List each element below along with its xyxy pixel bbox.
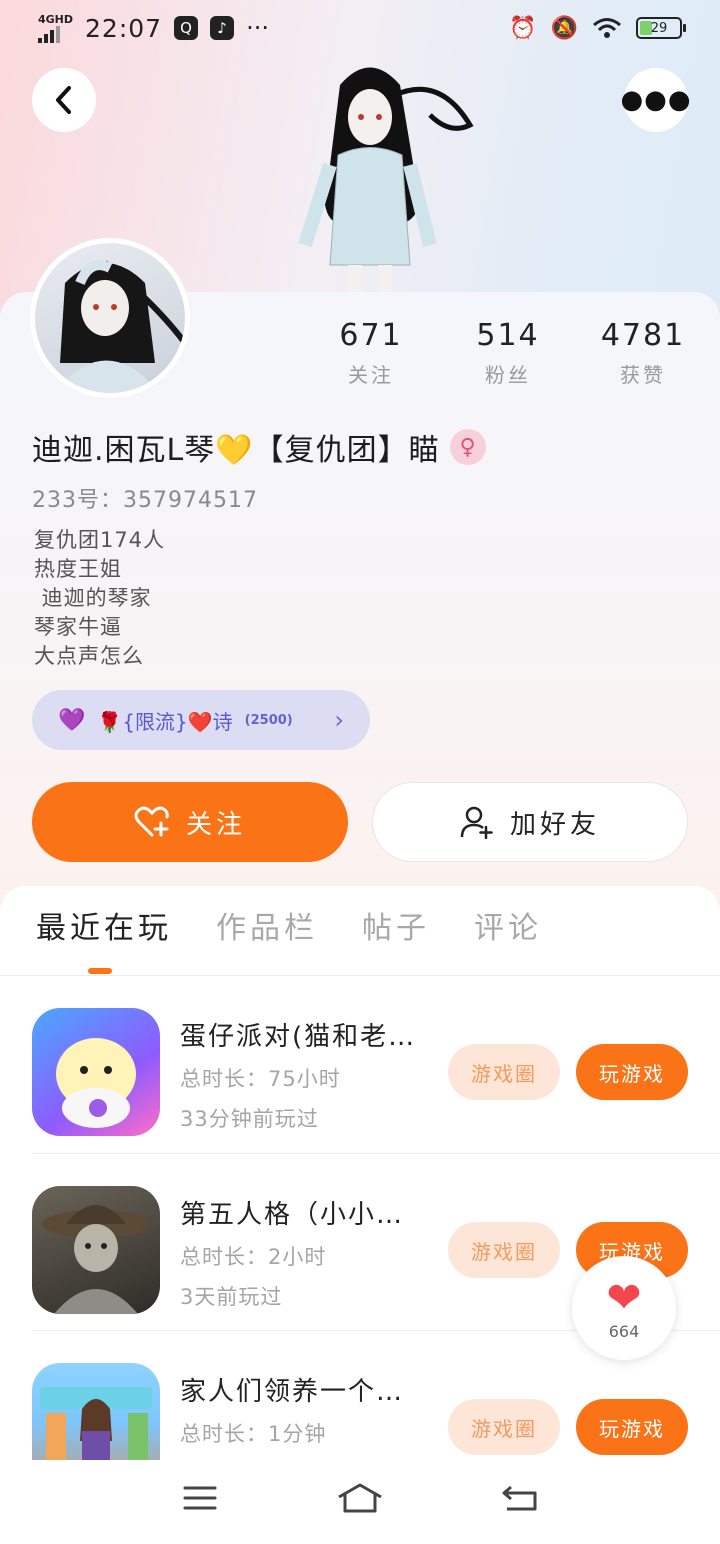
status-right: ⏰ 🔕 29: [509, 15, 686, 41]
stat-following[interactable]: 671 关注: [316, 318, 426, 388]
stat-following-label: 关注: [348, 363, 394, 387]
list-item[interactable]: 蛋仔派对(猫和老… 总时长：75小时 33分钟前玩过 游戏圈 玩游戏: [0, 976, 720, 1153]
game-info: 蛋仔派对(猫和老… 总时长：75小时 33分钟前玩过: [180, 1016, 430, 1133]
signal-bars-icon: [38, 25, 73, 43]
game-icon-adopt[interactable]: [32, 1363, 160, 1460]
bio-line: 复仇团174人: [34, 528, 166, 552]
game-title[interactable]: 家人们领养一个…: [180, 1371, 430, 1408]
wifi-icon: [593, 18, 621, 38]
stat-likes-value: 4781: [600, 318, 686, 353]
game-icon-identity-v[interactable]: [32, 1186, 160, 1314]
fan-group-count: (2500): [244, 712, 293, 728]
heart-plus-icon: [134, 806, 169, 837]
username-row: 迪迦.困瓦L琴💛【复仇团】瞄 ♀: [32, 424, 486, 470]
heart-icon: ❤: [606, 1272, 642, 1322]
stat-fans-value: 514: [476, 318, 540, 353]
game-circle-button[interactable]: 游戏圈: [448, 1222, 560, 1278]
play-game-button[interactable]: 玩游戏: [576, 1399, 688, 1455]
tab-comments[interactable]: 评论: [474, 904, 542, 960]
game-info: 第五人格（小小… 总时长：2小时 3天前玩过: [180, 1194, 430, 1311]
active-tab-indicator: [88, 968, 112, 974]
avatar-image: [35, 243, 185, 393]
game-circle-button[interactable]: 游戏圈: [448, 1399, 560, 1455]
game-total-time: 总时长：75小时: [180, 1067, 341, 1091]
status-left: 4GHD 22:07 Q ♪ ···: [38, 14, 269, 43]
stat-likes-label: 获赞: [620, 363, 666, 387]
chevron-right-icon: ›: [334, 706, 344, 734]
follow-label: 关注: [185, 809, 246, 840]
recent-games-list: 蛋仔派对(猫和老… 总时长：75小时 33分钟前玩过 游戏圈 玩游戏 第五人格（…: [0, 976, 720, 1460]
system-nav-bar: [0, 1460, 720, 1544]
play-game-button[interactable]: 玩游戏: [576, 1044, 688, 1100]
stat-likes[interactable]: 4781 获赞: [588, 318, 698, 388]
signal-indicator: 4GHD: [38, 14, 73, 43]
username: 迪迦.困瓦L琴💛【复仇团】瞄: [32, 433, 440, 468]
tab-works[interactable]: 作品栏: [216, 904, 318, 960]
more-horizontal-icon: ●●●: [620, 85, 692, 115]
user-plus-icon: [460, 806, 493, 839]
add-friend-label: 加好友: [509, 809, 600, 840]
game-last-played: 33分钟前玩过: [180, 1107, 319, 1131]
fan-group-tag[interactable]: 💜 🌹{限流}❤️诗 (2500) ›: [32, 690, 370, 750]
female-gender-icon: ♀: [449, 429, 486, 465]
bio-line: 琴家牛逼: [34, 615, 122, 639]
bio-line: 大点声怎么: [34, 644, 144, 668]
stat-fans[interactable]: 514 粉丝: [453, 318, 563, 388]
avatar[interactable]: [30, 238, 190, 398]
game-info: 家人们领养一个… 总时长：1分钟: [180, 1371, 430, 1458]
status-bar: 4GHD 22:07 Q ♪ ··· ⏰ 🔕 29: [0, 0, 720, 56]
network-type: 4GHD: [38, 12, 74, 26]
game-last-played: 3天前玩过: [180, 1285, 283, 1309]
fan-group-name: 🌹{限流}❤️诗: [97, 709, 233, 734]
bio-line: 热度王姐: [34, 557, 122, 581]
game-icon-eggy-party[interactable]: [32, 1008, 160, 1136]
battery-level: 29: [650, 20, 668, 36]
mute-bell-icon: 🔕: [550, 15, 578, 41]
game-title[interactable]: 蛋仔派对(猫和老…: [180, 1016, 430, 1053]
game-total-time: 总时长：2小时: [180, 1245, 327, 1269]
music-app-icon: ♪: [210, 16, 235, 40]
stat-following-value: 671: [339, 318, 403, 353]
game-title[interactable]: 第五人格（小小…: [180, 1194, 430, 1231]
follow-button[interactable]: 关注: [32, 782, 348, 862]
back-icon[interactable]: [490, 1484, 550, 1520]
status-time: 22:07: [85, 13, 163, 43]
bio-line: 迪迦的琴家: [34, 586, 152, 610]
status-more: ···: [246, 14, 269, 42]
header-cover-illustration: [298, 67, 474, 295]
add-friend-button[interactable]: 加好友: [372, 782, 688, 862]
alarm-icon: ⏰: [509, 15, 537, 41]
more-options-button[interactable]: ●●●: [620, 68, 691, 132]
game-circle-button[interactable]: 游戏圈: [448, 1044, 560, 1100]
bio: 复仇团174人 热度王姐 迪迦的琴家 琴家牛逼 大点声怎么: [34, 526, 165, 671]
qq-app-icon: Q: [174, 16, 199, 40]
like-button[interactable]: ❤ 664: [572, 1256, 676, 1360]
game-total-time: 总时长：1分钟: [180, 1422, 327, 1446]
menu-icon[interactable]: [170, 1484, 230, 1520]
battery-icon: 29: [636, 17, 686, 39]
like-count: 664: [608, 1321, 640, 1341]
stat-fans-label: 粉丝: [485, 363, 531, 387]
chevron-left-icon: [56, 86, 71, 114]
tab-posts[interactable]: 帖子: [362, 904, 430, 960]
back-button[interactable]: [32, 68, 96, 132]
tab-recently-played[interactable]: 最近在玩: [36, 904, 172, 960]
purple-hearts-icon: 💜: [58, 707, 86, 733]
profile-tabs: 最近在玩 作品栏 帖子 评论: [0, 904, 720, 976]
user-id: 233号：357974517: [32, 488, 258, 513]
home-icon[interactable]: [330, 1482, 390, 1522]
